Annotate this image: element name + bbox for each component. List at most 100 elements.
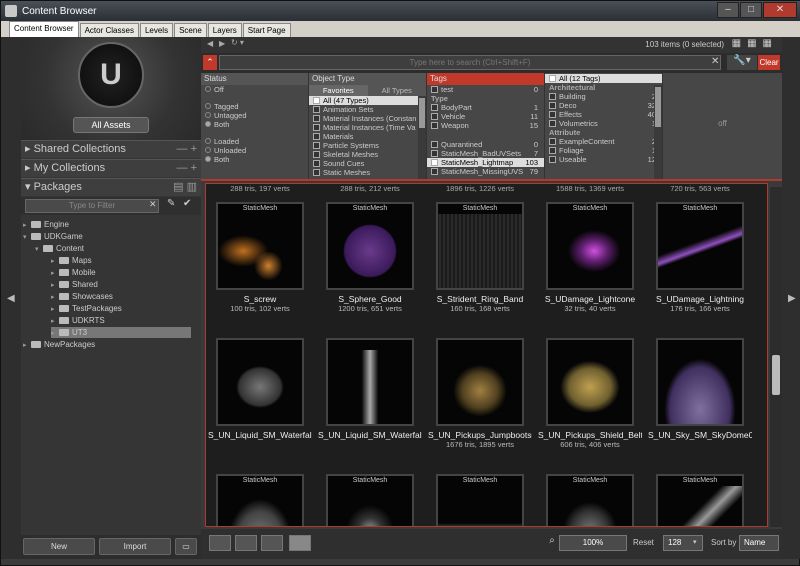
new-button[interactable]: New (23, 538, 95, 555)
tag-item[interactable]: Vehicle 11 (427, 112, 544, 121)
tree-node-udkgame[interactable]: ▾ UDKGame (23, 231, 83, 242)
tag-group-scrollbar[interactable] (654, 85, 662, 179)
type-item[interactable]: Sound Cues (309, 159, 426, 168)
tag-item[interactable]: test 0 (427, 85, 544, 94)
asset-thumbnail[interactable]: StaticMesh (656, 474, 744, 526)
asset-thumbnail[interactable]: StaticMesh (436, 202, 524, 290)
type-item[interactable]: Static Meshes (309, 168, 426, 177)
asset-tile[interactable]: StaticMesh (318, 460, 422, 526)
asset-tile[interactable]: S_UN_Sky_SM_SkyDome03 (648, 324, 752, 448)
view-mode-1-icon[interactable] (209, 535, 231, 551)
type-item[interactable]: Materials (309, 132, 426, 141)
asset-thumbnail[interactable]: StaticMesh (216, 202, 304, 290)
tree-node-ut3[interactable]: ▸ UT3 (51, 327, 191, 338)
asset-thumbnail[interactable] (656, 338, 744, 426)
asset-tile[interactable]: StaticMesh (428, 460, 532, 526)
type-item[interactable]: Particle Systems (309, 141, 426, 150)
asset-thumbnail[interactable] (436, 338, 524, 426)
all-assets-button[interactable]: All Assets (73, 117, 149, 133)
asset-thumbnail[interactable] (326, 338, 414, 426)
asset-thumbnail[interactable] (546, 338, 634, 426)
tag-item[interactable]: StaticMesh_BadUVSets 7 (427, 149, 544, 158)
import-button[interactable]: Import (99, 538, 171, 555)
status-both-1[interactable]: Both (201, 120, 308, 129)
type-item[interactable]: Material Instances (Constan (309, 114, 426, 123)
tab-levels[interactable]: Levels (139, 23, 174, 37)
asset-tile[interactable]: S_UN_Pickups_Jumpboots002*1676 tris, 189… (428, 324, 532, 449)
maximize-button[interactable]: □ (740, 2, 762, 18)
clear-button[interactable]: Clear (758, 55, 780, 70)
asset-thumbnail[interactable]: StaticMesh (656, 202, 744, 290)
type-item[interactable]: Skeletal Meshes (309, 150, 426, 159)
package-filter-input[interactable]: Type to Filter (25, 199, 159, 213)
asset-thumbnail[interactable]: StaticMesh (436, 474, 524, 526)
type-item[interactable]: All (47 Types) (309, 96, 426, 105)
add-collection-icon[interactable]: — + (177, 141, 197, 158)
tag-item[interactable]: StaticMesh_MissingUVS 79 (427, 167, 544, 176)
toolbar-icons[interactable]: ▦▦▦ (732, 38, 778, 49)
status-unloaded[interactable]: Unloaded (201, 146, 308, 155)
tag-group-item[interactable]: Volumetrics1 (545, 119, 662, 128)
asset-tile[interactable]: S_UN_Liquid_SM_Waterfall_02_1024 (318, 324, 422, 448)
asset-tile[interactable]: StaticMesh S_Sphere_Good 1200 tris, 651 ve… (318, 188, 422, 313)
tag-item[interactable]: Quarantined 0 (427, 140, 544, 149)
asset-tile[interactable]: StaticMesh S_UDamage_Lightning 176 tris, 1… (648, 188, 752, 313)
asset-tile[interactable]: StaticMesh S_Strident_Ring_Band 160 tris, … (428, 188, 532, 313)
asset-tile[interactable]: StaticMesh (208, 460, 312, 526)
type-scrollbar[interactable] (418, 96, 426, 179)
tab-scene[interactable]: Scene (174, 23, 207, 37)
asset-thumbnail[interactable]: StaticMesh (326, 474, 414, 526)
forward-icon[interactable]: ▶ (219, 39, 225, 48)
status-tagged[interactable]: Tagged (201, 102, 308, 111)
asset-tile[interactable]: S_UN_Liquid_SM_Waterfall_02 (208, 324, 312, 448)
tab-start-page[interactable]: Start Page (242, 23, 291, 37)
sort-select[interactable]: Name (739, 535, 779, 551)
tag-group-all[interactable]: All (12 Tags) (545, 74, 662, 83)
folder-icon[interactable]: ▭ (175, 538, 197, 555)
search-input[interactable]: Type here to search (Ctrl+Shift+F) (219, 55, 721, 70)
tab-all-types[interactable]: All Types (367, 85, 426, 96)
view-mode-4-icon[interactable] (289, 535, 311, 551)
add-my-collection-icon[interactable]: — + (177, 160, 197, 177)
reset-button[interactable]: Reset (633, 538, 654, 547)
collapse-left-button[interactable]: ◀ (1, 37, 21, 559)
zoom-field[interactable]: 100% (559, 535, 627, 551)
collapse-right-button[interactable]: ▶ (782, 37, 800, 559)
status-loaded[interactable]: Loaded (201, 137, 308, 146)
tab-layers[interactable]: Layers (207, 23, 242, 37)
tree-node-udkrts[interactable]: ▸ UDKRTS (51, 315, 105, 326)
tag-group-item[interactable]: Deco 32 (545, 101, 662, 110)
tree-node-shared[interactable]: ▸ Shared (51, 279, 98, 290)
clear-filter-icon[interactable]: ✕ (149, 199, 157, 210)
view-mode-2-icon[interactable] (235, 535, 257, 551)
tree-node-maps[interactable]: ▸ Maps (51, 255, 92, 266)
tag-item[interactable]: Weapon 15 (427, 121, 544, 130)
shared-collections-header[interactable]: ▸ Shared Collections — + (21, 140, 201, 158)
asset-thumbnail[interactable]: StaticMesh (546, 474, 634, 526)
status-untagged[interactable]: Untagged (201, 111, 308, 120)
tab-content-browser[interactable]: Content Browser (9, 21, 79, 37)
clear-search-icon[interactable]: ✕ (711, 56, 719, 67)
tag-item[interactable]: StaticMesh_Lightmap 103 (427, 158, 544, 167)
refresh-icon[interactable]: ↻ ▾ (231, 38, 244, 47)
back-icon[interactable]: ◀ (207, 39, 213, 48)
tab-favorites[interactable]: Favorites (309, 85, 368, 96)
tag-group-item[interactable]: ExampleContent2 (545, 137, 662, 146)
tree-node-engine[interactable]: ▸ Engine (23, 219, 69, 230)
collapse-filters-icon[interactable]: ⌃ (203, 55, 217, 70)
packages-header[interactable]: ▾ Packages ▤ ▥ (21, 178, 201, 196)
tag-group-item[interactable]: Effects 40 (545, 110, 662, 119)
checkmark-icon[interactable]: ✔ (183, 198, 191, 209)
asset-tile[interactable]: StaticMesh (538, 460, 642, 526)
tab-actor-classes[interactable]: Actor Classes (79, 23, 139, 37)
asset-tile[interactable]: StaticMesh S_UDamage_Lightcone 32 tris, 40… (538, 188, 642, 313)
size-dropdown-icon[interactable]: ▾ (693, 538, 697, 546)
asset-tile[interactable]: StaticMesh (648, 460, 752, 526)
tag-item[interactable]: BodyPart 1 (427, 103, 544, 112)
type-item[interactable]: Material Instances (Time Va (309, 123, 426, 132)
asset-thumbnail[interactable] (216, 338, 304, 426)
asset-thumbnail[interactable]: StaticMesh (216, 474, 304, 526)
wrench-icon[interactable]: 🔧▾ (727, 55, 757, 70)
tag-group-item[interactable]: Building2 (545, 92, 662, 101)
tree-node-mobile[interactable]: ▸ Mobile (51, 267, 96, 278)
